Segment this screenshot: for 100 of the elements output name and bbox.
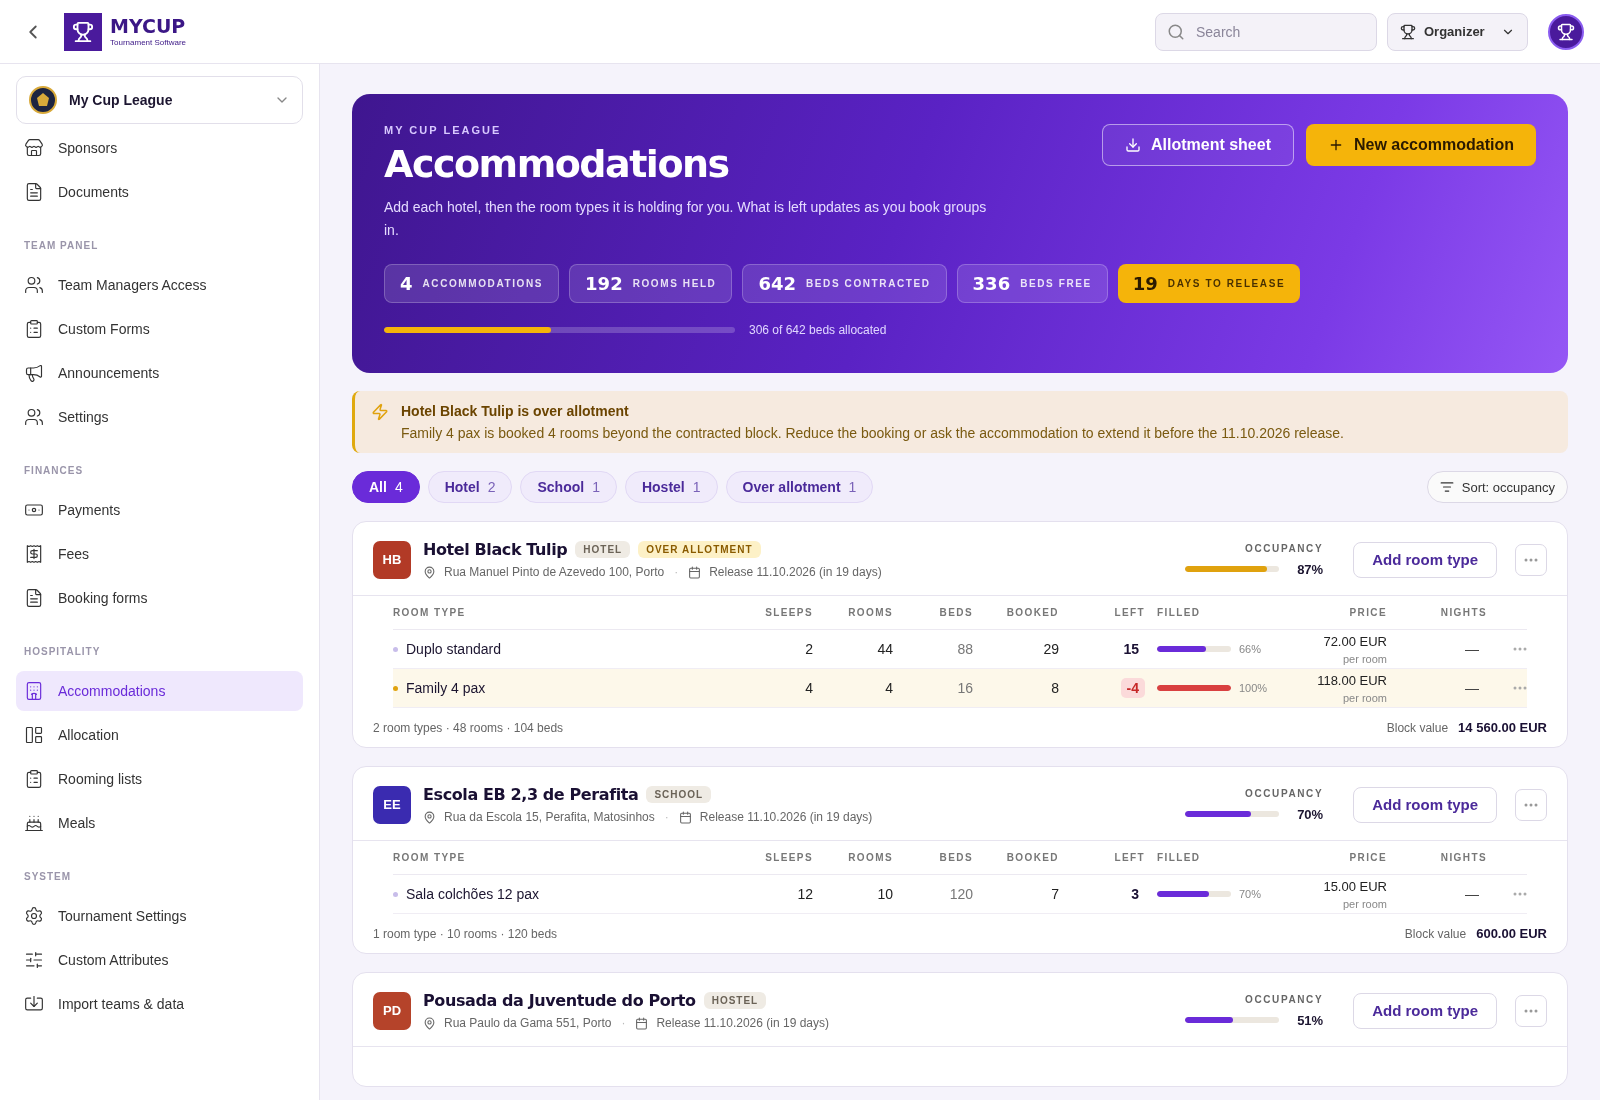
table-cell-text: 29	[1042, 641, 1059, 657]
section-title: HOSPITALITY	[24, 646, 102, 657]
sidebar-item[interactable]: Allocation	[16, 715, 303, 755]
filter-chip[interactable]: All 4	[352, 471, 420, 503]
calendar-icon	[678, 810, 692, 824]
address-text: Rua da Escola 15, Perafita, Matosinhos	[444, 810, 655, 824]
sort-button[interactable]: Sort: occupancy	[1426, 471, 1568, 503]
room-type-name: Duplo standard	[406, 641, 501, 657]
summary-text: 2 room types · 48 rooms · 104 beds	[373, 720, 564, 735]
rooms-left: 15	[1122, 640, 1140, 659]
league-selector[interactable]: My Cup League	[16, 76, 303, 124]
price-text: 15.00 EUR	[1323, 878, 1387, 894]
alert-title: Hotel Black Tulip is over allotment	[401, 403, 630, 419]
progress-text: 306 of 642 beds allocated	[749, 323, 887, 337]
status-dot	[393, 685, 398, 691]
sidebar-item[interactable]: Sponsors	[16, 128, 303, 168]
table-cell-text: 88	[956, 641, 973, 657]
sidebar-item[interactable]: Team Managers Access	[16, 265, 303, 305]
stat-value: 336	[972, 273, 1011, 294]
column-header: ROOMS	[847, 852, 893, 863]
filter-icon	[1439, 480, 1454, 494]
page-title: Accommodations	[384, 142, 730, 186]
sidebar-item[interactable]: Tournament Settings	[16, 896, 303, 936]
sidebar-item[interactable]: Custom Forms	[16, 309, 303, 349]
accommodation-avatar: HB	[373, 540, 411, 579]
block-value-label: Block value	[1404, 926, 1467, 941]
occupancy-label: OCCUPANCY	[1245, 993, 1324, 1005]
add-room-type-button[interactable]: Add room type	[1353, 541, 1497, 578]
column-header: BEDS	[938, 852, 973, 863]
user-avatar[interactable]	[1548, 13, 1584, 50]
sidebar-item[interactable]: Payments	[16, 490, 303, 530]
new-accommodation-button[interactable]: New accommodation	[1305, 124, 1536, 166]
trophy-icon	[1400, 23, 1416, 40]
column-header: LEFT	[1113, 607, 1145, 618]
sidebar-item[interactable]: Fees	[16, 534, 303, 574]
column-header: ROOM TYPE	[393, 607, 467, 618]
column-header: BOOKED	[1005, 852, 1059, 863]
people-icon	[24, 407, 44, 427]
occupancy-value: 70%	[1296, 806, 1324, 822]
occupancy-value: 51%	[1296, 1012, 1324, 1028]
column-header: ROOM TYPE	[393, 852, 467, 863]
eyebrow-text: MY CUP LEAGUE	[384, 124, 503, 136]
search-icon	[1167, 22, 1185, 41]
sidebar-item[interactable]: Announcements	[16, 353, 303, 393]
filter-chip[interactable]: Hostel 1	[624, 471, 718, 503]
allotment-sheet-button[interactable]: Allotment sheet	[1101, 124, 1294, 166]
table-cell-text: 12	[796, 886, 813, 902]
sidebar-item[interactable]: Accommodations	[16, 671, 303, 711]
search-field[interactable]: Search	[1155, 12, 1377, 51]
column-header: BEDS	[938, 607, 973, 618]
sidebar-item[interactable]: Rooming lists	[16, 759, 303, 799]
map-pin-icon	[423, 565, 436, 579]
stat-label: BEDS FREE	[1020, 278, 1092, 289]
more-button[interactable]	[1515, 788, 1547, 821]
calendar-icon	[688, 565, 702, 579]
occupancy-value: 87%	[1296, 561, 1324, 577]
column-header: NIGHTS	[1439, 852, 1487, 863]
nights-cell-text: —	[1464, 641, 1480, 657]
role-dropdown[interactable]: Organizer	[1387, 12, 1528, 51]
sidebar-item[interactable]: Import teams & data	[16, 984, 303, 1024]
release-text: Release 11.10.2026 (in 19 days)	[656, 1016, 829, 1030]
map-pin-icon	[423, 1016, 436, 1030]
room-type-name: Sala colchões 12 pax	[406, 886, 540, 902]
occupancy-label: OCCUPANCY	[1245, 542, 1324, 554]
column-header: FILLED	[1156, 852, 1202, 863]
column-header: ROOMS	[847, 607, 893, 618]
filter-chip[interactable]: Over allotment 1	[725, 471, 874, 503]
status-dot	[393, 891, 398, 897]
filter-chip[interactable]: School 1	[520, 471, 617, 503]
stat-label: BEDS CONTRACTED	[806, 278, 931, 289]
cake-icon	[24, 813, 44, 833]
nights-cell-text: —	[1464, 886, 1480, 902]
filter-chip[interactable]: Hotel 2	[427, 471, 513, 503]
lightning-icon	[371, 403, 389, 421]
add-room-type-button[interactable]: Add room type	[1353, 786, 1497, 823]
ellipsis-icon	[1524, 802, 1538, 807]
trophy-icon	[72, 20, 94, 43]
address-text: Rua Manuel Pinto de Azevedo 100, Porto	[444, 565, 665, 579]
ellipsis-icon	[1513, 686, 1527, 690]
sidebar-item[interactable]: Meals	[16, 803, 303, 843]
league-badge-icon	[29, 86, 57, 114]
sidebar-item[interactable]: Booking forms	[16, 578, 303, 618]
more-button[interactable]	[1515, 543, 1547, 576]
add-room-type-button[interactable]: Add room type	[1353, 992, 1497, 1029]
status-dot	[393, 646, 398, 652]
sidebar-item[interactable]: Documents	[16, 172, 303, 212]
section-title: SYSTEM	[24, 871, 73, 882]
hotel-icon	[24, 681, 44, 701]
block-value: 600.00 EUR	[1476, 926, 1547, 941]
sidebar-item[interactable]: Custom Attributes	[16, 940, 303, 980]
sidebar-item[interactable]: Settings	[16, 397, 303, 437]
download-icon	[1124, 137, 1141, 153]
more-button[interactable]	[1515, 994, 1547, 1027]
price-text: 72.00 EUR	[1323, 633, 1387, 649]
column-header: LEFT	[1113, 852, 1145, 863]
people-icon	[24, 275, 44, 295]
stat-label: ROOMS HELD	[632, 278, 717, 289]
filled-percent: 70%	[1239, 888, 1262, 900]
stat-value: 642	[758, 273, 796, 294]
gear-icon	[24, 906, 44, 926]
